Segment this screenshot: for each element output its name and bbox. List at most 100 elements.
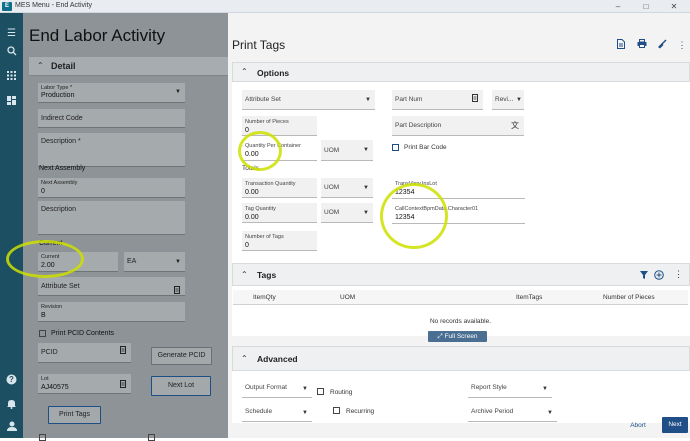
field-label: Number of Pieces xyxy=(245,119,289,125)
field-placeholder: UOM xyxy=(324,209,340,216)
column-header[interactable]: ItemTags xyxy=(516,294,542,301)
file-icon[interactable] xyxy=(615,39,627,51)
detail-section-header[interactable]: ⌃ Detail xyxy=(29,57,228,76)
recurring-checkbox[interactable] xyxy=(333,407,340,414)
more-options-icon[interactable]: ⋮ xyxy=(676,39,688,51)
number-of-tags-field[interactable]: Number of Tags 0 xyxy=(242,231,317,251)
next-assembly-field[interactable]: Next Assembly 0 xyxy=(38,178,185,198)
field-placeholder: Schedule xyxy=(245,408,273,415)
chevron-up-icon: ⌃ xyxy=(37,61,44,70)
section-label: Advanced xyxy=(257,354,298,364)
clear-brush-icon[interactable] xyxy=(656,39,668,51)
column-header[interactable]: ItemQty xyxy=(253,294,276,301)
document-icon[interactable] xyxy=(120,343,126,363)
close-icon[interactable]: ✕ xyxy=(664,0,684,13)
tag-quantity-field[interactable]: Tag Quantity 0.00 xyxy=(242,203,317,223)
next-lot-button[interactable]: Next Lot xyxy=(151,376,211,396)
part-num-field[interactable]: Part Num xyxy=(392,90,483,110)
dropdown-arrow-icon: ▼ xyxy=(547,410,553,416)
apps-grid-icon[interactable] xyxy=(0,67,23,85)
attribute-set-field[interactable]: Attribute Set xyxy=(38,277,185,296)
section-label: Options xyxy=(257,68,290,78)
dropdown-arrow-icon: ▼ xyxy=(363,185,369,191)
dashboard-icon[interactable] xyxy=(0,92,23,110)
routing-checkbox[interactable] xyxy=(317,388,324,395)
tags-grid-header: ItemQty UOM ItemTags Number of Pieces xyxy=(233,290,688,305)
routing-label: Routing xyxy=(330,389,353,396)
description-field[interactable]: Description * xyxy=(38,133,185,167)
advanced-section-header[interactable]: ⌃ Advanced xyxy=(232,346,690,371)
field-placeholder: Description xyxy=(41,206,77,213)
field-placeholder: Archive Period xyxy=(471,408,514,415)
print-tags-button[interactable]: Print Tags xyxy=(48,406,101,424)
field-placeholder: Output Format xyxy=(245,384,287,391)
indirect-code-field[interactable]: Indirect Code xyxy=(38,109,185,128)
search-icon[interactable] xyxy=(0,42,23,60)
expand-icon: ⤢ xyxy=(437,333,445,340)
add-icon[interactable] xyxy=(654,270,664,282)
help-icon[interactable]: ? xyxy=(0,371,23,389)
lot-field[interactable]: Lot AJ40575 xyxy=(38,374,131,394)
field-placeholder: PCID xyxy=(41,349,58,356)
field-placeholder: UOM xyxy=(324,147,340,154)
notifications-icon[interactable] xyxy=(0,395,23,413)
field-placeholder: Revi... xyxy=(495,96,514,103)
more-options-icon[interactable]: ⋮ xyxy=(674,269,683,280)
field-placeholder: Part Num xyxy=(395,96,423,103)
maximize-icon[interactable]: □ xyxy=(636,0,656,13)
field-value: AJ40575 xyxy=(41,384,69,391)
print-tags-dialog: Print Tags ⋮ ⌃ Options Attribute Set ▼ P… xyxy=(228,13,690,438)
document-icon[interactable] xyxy=(120,380,126,390)
output-format-select[interactable]: Output Format ▼ xyxy=(242,378,312,398)
dropdown-arrow-icon: ▼ xyxy=(302,386,308,392)
transaction-quantity-field[interactable]: Transaction Quantity 0.00 xyxy=(242,178,317,198)
print-bar-code-checkbox[interactable] xyxy=(392,144,399,151)
translate-icon[interactable]: 文 xyxy=(511,116,519,136)
print-pcid-checkbox[interactable] xyxy=(39,330,46,337)
column-header[interactable]: Number of Pieces xyxy=(603,294,655,301)
next-button[interactable]: Next xyxy=(662,417,688,433)
part-description-field[interactable]: Part Description 文 xyxy=(392,116,524,136)
schedule-select[interactable]: Schedule ▼ xyxy=(242,402,312,422)
app-icon: E xyxy=(2,2,12,11)
print-icon[interactable] xyxy=(636,39,648,51)
print-bar-code-label: Print Bar Code xyxy=(404,144,447,151)
archive-period-select[interactable]: Archive Period ▼ xyxy=(468,402,557,422)
next-description-field[interactable]: Description xyxy=(38,201,185,235)
menu-icon[interactable]: ☰ xyxy=(0,25,23,43)
tags-section-header[interactable]: ⌃ Tags ⋮ xyxy=(232,263,690,286)
uom-select[interactable]: EA ▼ xyxy=(124,252,185,272)
pcid-field[interactable]: PCID xyxy=(38,343,131,363)
highlight-annotation xyxy=(238,131,282,171)
nav-rail: ☰ ? xyxy=(0,13,23,438)
print-pcid-label: Print PCID Contents xyxy=(51,330,115,337)
attribute-set-select[interactable]: Attribute Set ▼ xyxy=(242,90,375,110)
revision-field[interactable]: Revision B xyxy=(38,302,185,322)
abort-button[interactable]: Abort xyxy=(624,419,652,432)
field-placeholder: Report Style xyxy=(471,384,507,391)
field-placeholder: Part Description xyxy=(395,122,442,129)
full-screen-button[interactable]: ⤢ Full Screen xyxy=(428,331,487,342)
labor-type-select[interactable]: Labor Type * Production ▼ xyxy=(38,83,185,103)
report-style-select[interactable]: Report Style ▼ xyxy=(468,378,552,398)
document-icon[interactable] xyxy=(472,91,478,111)
transaction-uom-select[interactable]: UOM ▼ xyxy=(321,178,373,198)
section-label: Tags xyxy=(257,270,277,280)
section-label: Detail xyxy=(51,61,76,71)
tag-uom-select[interactable]: UOM ▼ xyxy=(321,203,373,223)
chevron-up-icon: ⌃ xyxy=(241,354,248,363)
generate-pcid-button[interactable]: Generate PCID xyxy=(151,347,212,365)
minimize-icon[interactable]: – xyxy=(608,0,628,13)
uom-select[interactable]: UOM ▼ xyxy=(321,140,373,161)
column-header[interactable]: UOM xyxy=(340,294,355,301)
field-value: B xyxy=(41,312,46,319)
field-label: Next Assembly xyxy=(41,180,78,186)
field-value: 0 xyxy=(245,242,249,249)
options-section-header[interactable]: ⌃ Options xyxy=(232,62,690,82)
revision-select[interactable]: Revi... ▼ xyxy=(492,90,524,110)
document-icon[interactable] xyxy=(174,283,180,302)
user-avatar-icon[interactable] xyxy=(0,417,23,435)
field-placeholder: UOM xyxy=(324,184,340,191)
filter-icon[interactable] xyxy=(640,271,648,281)
highlight-annotation xyxy=(380,183,448,249)
